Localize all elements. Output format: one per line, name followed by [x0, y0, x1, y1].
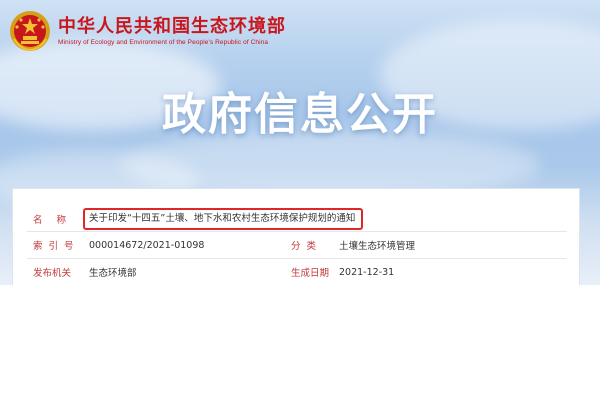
- issuer-value: 生态环境部: [89, 268, 137, 279]
- info-panel: 名称 关于印发“十四五”土壤、地下水和农村生态环境保护规划的通知 索引号 000…: [12, 188, 580, 285]
- national-emblem-icon: [8, 9, 52, 53]
- info-row-issuer: 发布机关 生态环境部 生成日期 2021-12-31: [27, 259, 567, 285]
- name-label: 名称: [33, 215, 81, 226]
- date-value: 2021-12-31: [339, 266, 395, 278]
- site-header[interactable]: 中华人民共和国生态环境部 Ministry of Ecology and Env…: [8, 6, 286, 56]
- index-value: 000014672/2021-01098: [89, 239, 205, 251]
- category-value: 土壤生态环境管理: [339, 241, 416, 252]
- info-row-index: 索引号 000014672/2021-01098 分类 土壤生态环境管理: [27, 232, 567, 259]
- date-label: 生成日期: [291, 268, 330, 279]
- info-row-name: 名称 关于印发“十四五”土壤、地下水和农村生态环境保护规划的通知: [27, 207, 567, 232]
- issuer-label: 发布机关: [33, 268, 72, 279]
- banner-title: 政府信息公开: [162, 89, 438, 140]
- document-title: 关于印发“十四五”土壤、地下水和农村生态环境保护规划的通知: [83, 208, 364, 230]
- page-screenshot: 中华人民共和国生态环境部 Ministry of Ecology and Env…: [0, 0, 600, 285]
- ministry-name-en: Ministry of Ecology and Environment of t…: [58, 38, 269, 46]
- ministry-name-cn: 中华人民共和国生态环境部: [58, 15, 286, 37]
- category-label: 分类: [291, 241, 323, 252]
- index-label: 索引号: [33, 241, 80, 252]
